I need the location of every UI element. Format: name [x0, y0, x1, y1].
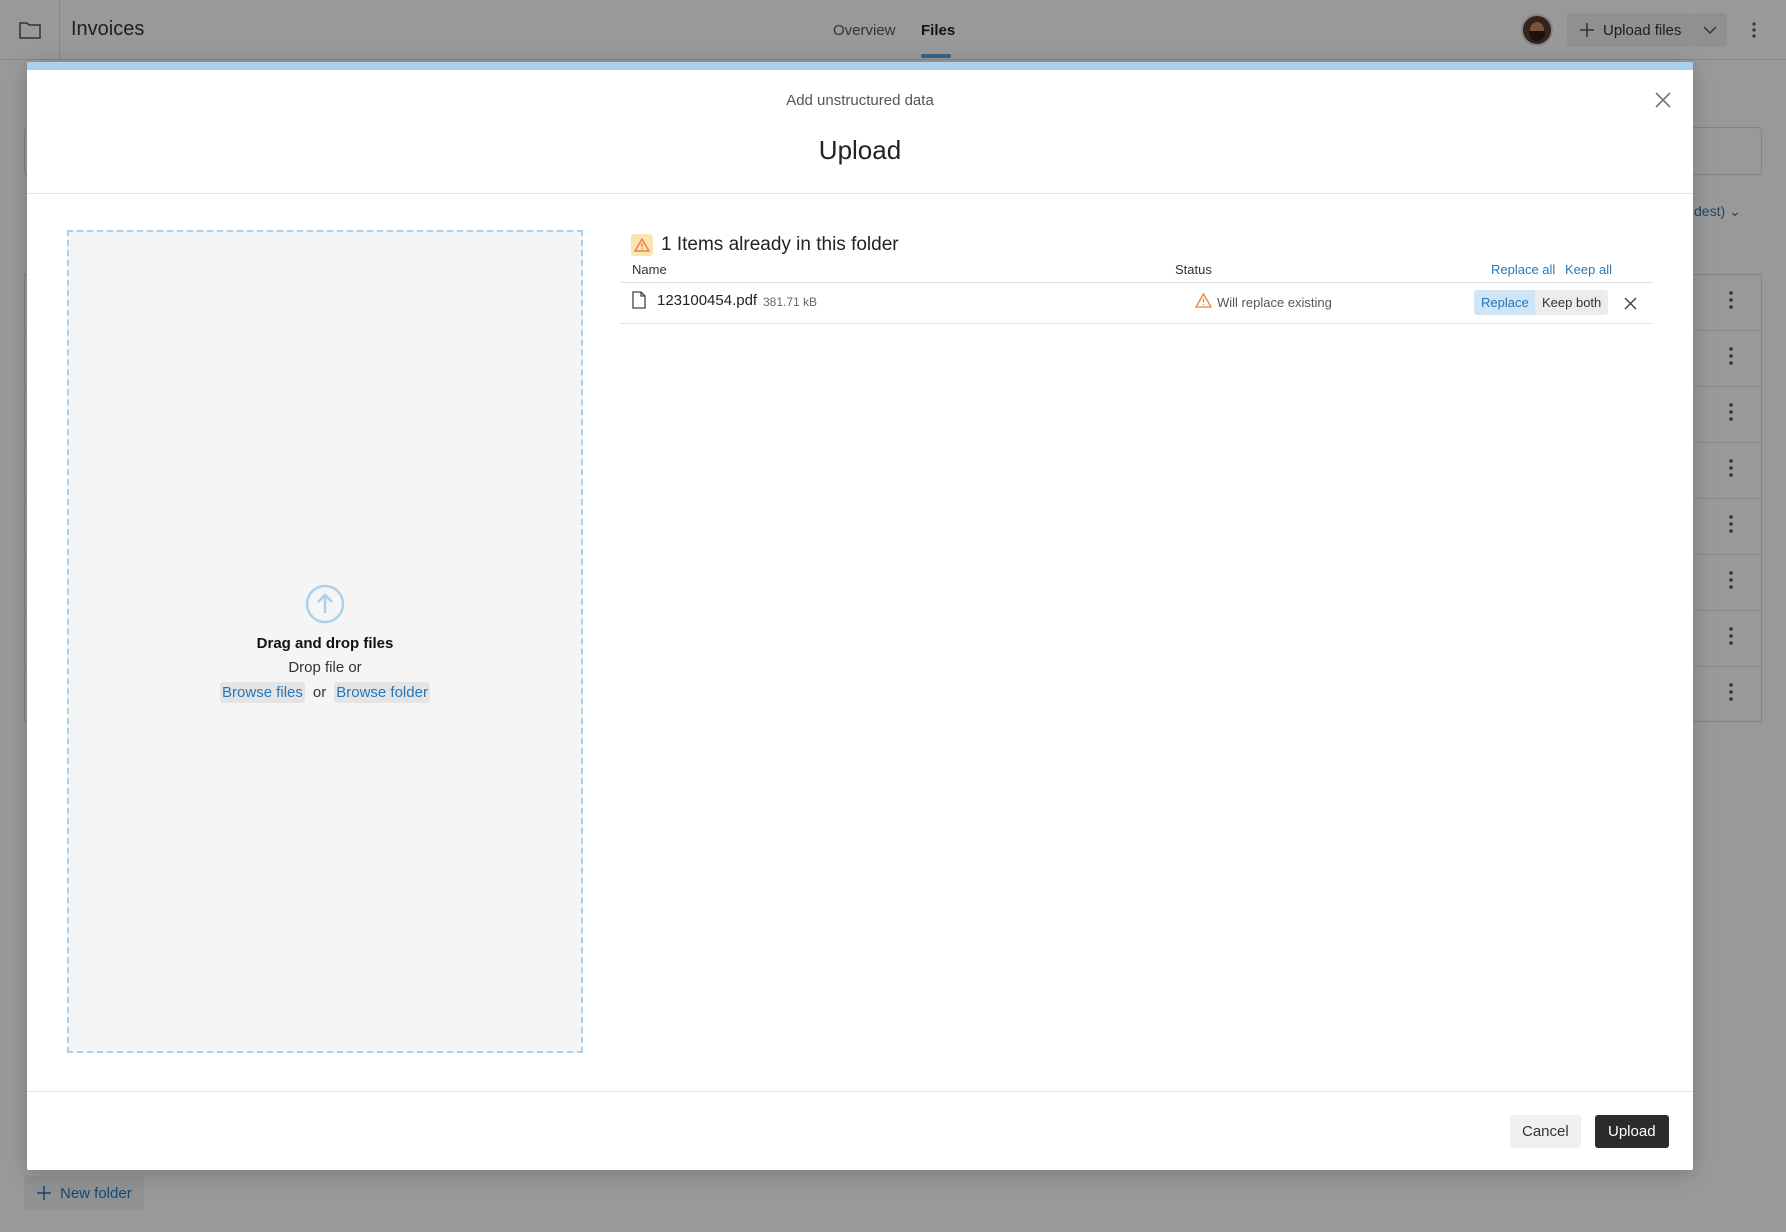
or-label: or: [312, 684, 327, 701]
conflict-heading: 1 Items already in this folder: [631, 234, 899, 256]
upload-modal: Add unstructured data Upload Drag and dr…: [27, 62, 1693, 1170]
table-row-divider: [620, 323, 1653, 324]
replace-all-button[interactable]: Replace all: [1491, 262, 1555, 277]
table-header-divider: [620, 282, 1653, 283]
cancel-button[interactable]: Cancel: [1510, 1115, 1581, 1148]
footer-divider: [27, 1091, 1693, 1092]
conflict-heading-text: 1 Items already in this folder: [661, 234, 899, 255]
file-icon: [632, 291, 646, 309]
upload-arrow-icon: [305, 584, 345, 624]
dropzone-title: Drag and drop files: [256, 635, 394, 652]
close-icon[interactable]: [1651, 88, 1675, 112]
file-name: 123100454.pdf: [657, 292, 758, 309]
browse-folder-link[interactable]: Browse folder: [334, 682, 430, 703]
column-header-name: Name: [632, 262, 667, 277]
column-header-status: Status: [1175, 262, 1212, 277]
modal-title: Upload: [818, 135, 902, 165]
warning-icon: [1195, 293, 1212, 308]
file-size: 381.71 kB: [763, 295, 818, 309]
modal-header: Add unstructured data Upload: [27, 70, 1693, 194]
upload-button[interactable]: Upload: [1595, 1115, 1669, 1148]
file-dropzone[interactable]: Drag and drop files Drop file or Browse …: [67, 230, 583, 1053]
file-status: Will replace existing: [1217, 295, 1332, 310]
modal-subtitle: Add unstructured data: [786, 92, 934, 109]
replace-button[interactable]: Replace: [1474, 290, 1536, 315]
keep-both-button[interactable]: Keep both: [1535, 290, 1609, 315]
remove-file-icon[interactable]: [1621, 294, 1639, 312]
browse-files-link[interactable]: Browse files: [220, 682, 305, 703]
dropzone-subtitle: Drop file or: [288, 659, 362, 676]
modal-accent-bar: [27, 62, 1693, 70]
keep-all-button[interactable]: Keep all: [1565, 262, 1612, 277]
warning-icon: [631, 234, 653, 256]
